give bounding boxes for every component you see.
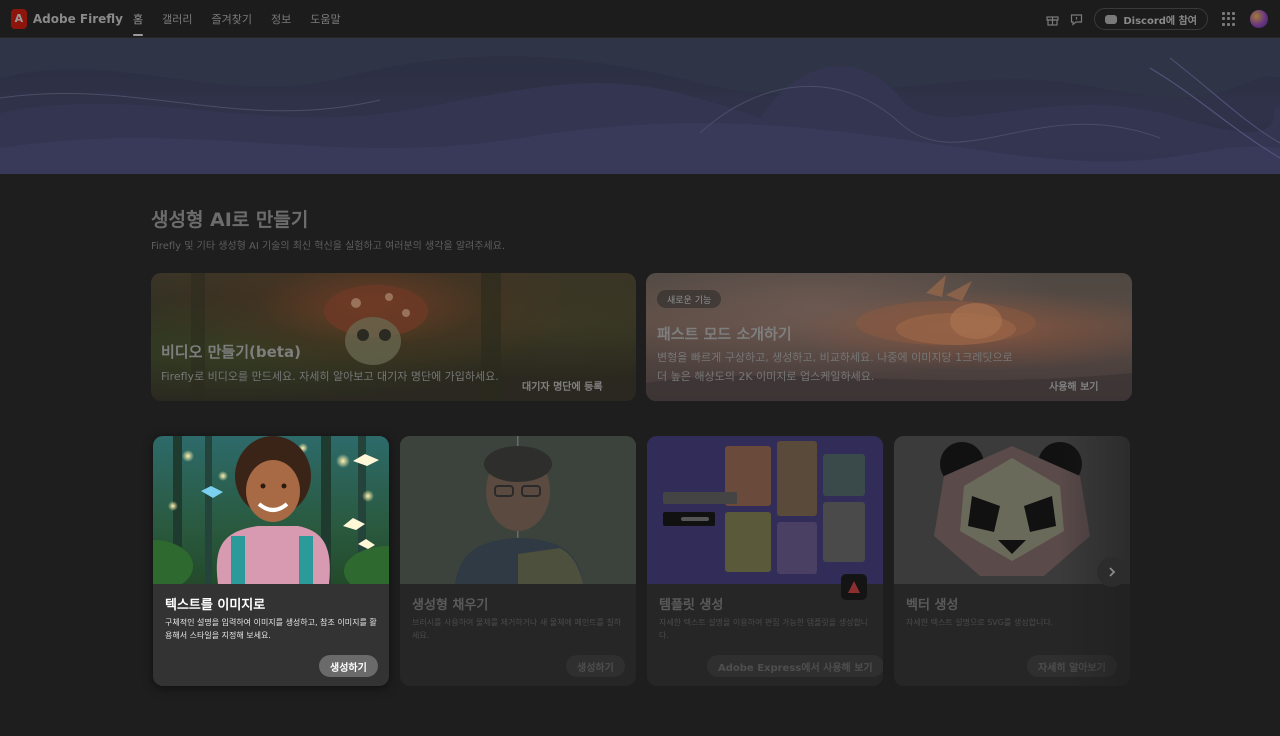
top-navigation: A Adobe Firefly 홈 갤러리 즐겨찾기 정보 도움말 Discor… bbox=[0, 0, 1280, 38]
card-description: 자세한 텍스트 설명으로 SVG를 생성합니다. bbox=[906, 618, 1054, 627]
promo-video-text: Firefly로 비디오를 만드세요. 자세히 알아보고 대기자 명단에 가입하… bbox=[161, 370, 499, 383]
feature-card-text-to-image[interactable]: 텍스트를 이미지로 구체적인 설명을 입력하여 이미지를 생성하고, 참조 이미… bbox=[153, 436, 389, 686]
promo-fast-try-link[interactable]: 사용해 보기 bbox=[1049, 378, 1098, 393]
hero-waves-illustration bbox=[0, 38, 1280, 174]
chevron-right-icon bbox=[1109, 567, 1116, 577]
nav-link-favorites[interactable]: 즐겨찾기 bbox=[212, 0, 252, 38]
promo-video-title: 비디오 만들기(beta) bbox=[161, 343, 301, 361]
card-description: 브러시를 사용하여 물체를 제거하거나 새 물체에 페인트를 칠하세요. bbox=[412, 618, 622, 640]
section-title: 생성형 AI로 만들기 bbox=[151, 209, 309, 231]
hero-banner bbox=[0, 38, 1280, 174]
feature-card-vector-generation[interactable]: 벡터 생성 자세한 텍스트 설명으로 SVG를 생성합니다. 자세히 알아보기 bbox=[894, 436, 1130, 686]
promo-video-waitlist-link[interactable]: 대기자 명단에 등록 bbox=[522, 378, 603, 393]
card-title: 벡터 생성 bbox=[906, 598, 959, 613]
generate-button[interactable]: 생성하기 bbox=[319, 655, 378, 677]
nav-links: 홈 갤러리 즐겨찾기 정보 도움말 bbox=[133, 0, 360, 38]
promo-video-banner[interactable]: 비디오 만들기(beta) Firefly로 비디오를 만드세요. 자세히 알아… bbox=[151, 273, 636, 401]
promo-fast-text-line1: 변형을 빠르게 구상하고, 생성하고, 비교하세요. 나중에 이미지당 1크레딧… bbox=[657, 351, 1013, 364]
brand[interactable]: A Adobe Firefly bbox=[11, 8, 123, 29]
adobe-express-icon bbox=[841, 574, 867, 600]
nav-link-gallery[interactable]: 갤러리 bbox=[162, 0, 192, 38]
nav-link-about[interactable]: 정보 bbox=[271, 0, 291, 38]
card-image-panda-vector bbox=[894, 436, 1130, 584]
card-title: 템플릿 생성 bbox=[659, 598, 724, 613]
card-description: 자세한 텍스트 설명을 이용하여 편집 가능한 템플릿을 생성합니다. bbox=[659, 618, 869, 640]
discord-join-label: Discord에 참여 bbox=[1123, 15, 1197, 27]
brand-name: Adobe Firefly bbox=[32, 11, 123, 26]
card-title: 생성형 채우기 bbox=[412, 598, 489, 613]
promo-fast-title: 패스트 모드 소개하기 bbox=[657, 325, 792, 343]
section-subtitle: Firefly 및 기타 생성형 AI 기술의 최신 혁신을 실험하고 여러분의… bbox=[151, 241, 505, 252]
promo-fast-mode-banner[interactable]: 새로운 기능 패스트 모드 소개하기 변형을 빠르게 구상하고, 생성하고, 비… bbox=[646, 273, 1132, 401]
card-image-templates bbox=[647, 436, 883, 584]
feature-card-generative-fill[interactable]: 생성형 채우기 브러시를 사용하여 물체를 제거하거나 새 물체에 페인트를 칠… bbox=[400, 436, 636, 686]
generate-button[interactable]: 생성하기 bbox=[566, 655, 625, 677]
feature-card-template-generation[interactable]: 템플릿 생성 자세한 텍스트 설명을 이용하여 편집 가능한 템플릿을 생성합니… bbox=[647, 436, 883, 686]
discord-join-button[interactable]: Discord에 참여 bbox=[1094, 8, 1208, 30]
apps-grid-icon[interactable] bbox=[1222, 12, 1236, 26]
gift-icon[interactable] bbox=[1040, 7, 1064, 31]
promo-fast-text-line2: 더 높은 해상도의 2K 이미지로 업스케일하세요. bbox=[657, 370, 875, 383]
discord-icon bbox=[1105, 14, 1118, 24]
avatar[interactable] bbox=[1250, 10, 1268, 28]
card-title: 텍스트를 이미지로 bbox=[165, 598, 266, 613]
feedback-icon[interactable] bbox=[1064, 7, 1088, 31]
learn-more-button[interactable]: 자세히 알아보기 bbox=[1027, 655, 1117, 677]
nav-right: Discord에 참여 bbox=[1040, 0, 1268, 38]
nav-link-help[interactable]: 도움말 bbox=[310, 0, 340, 38]
card-image-man-portrait bbox=[400, 436, 636, 584]
card-image-girl-with-butterflies bbox=[153, 436, 389, 584]
card-description: 구체적인 설명을 입력하여 이미지를 생성하고, 참조 이미지를 활용해서 스타… bbox=[165, 618, 377, 640]
try-in-express-button[interactable]: Adobe Express에서 사용해 보기 bbox=[707, 655, 883, 677]
nav-link-home[interactable]: 홈 bbox=[133, 0, 144, 38]
adobe-logo-icon: A bbox=[11, 8, 27, 29]
new-feature-badge: 새로운 기능 bbox=[657, 290, 722, 308]
carousel-next-button[interactable] bbox=[1097, 557, 1127, 587]
